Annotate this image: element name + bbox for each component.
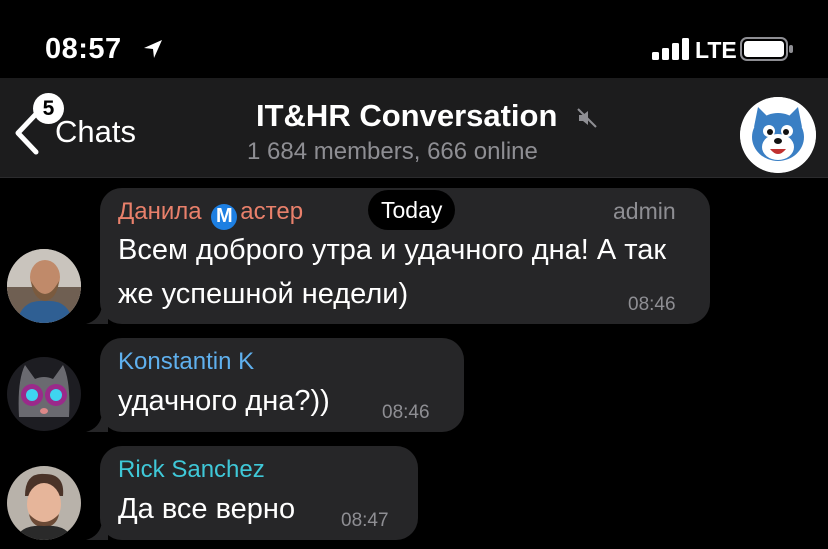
message-time: 08:46 <box>382 402 430 423</box>
chat-title[interactable]: IT&HR Conversation <box>256 98 557 134</box>
date-pill: Today <box>368 190 456 230</box>
message-time: 08:46 <box>628 294 676 315</box>
admin-label: admin <box>613 198 676 224</box>
message-text: удачного дна?)) <box>118 385 330 417</box>
message-time: 08:47 <box>341 510 389 531</box>
message-text: Да все верно <box>118 493 296 525</box>
network-type-label: LTE <box>695 37 737 63</box>
back-button-label[interactable]: Chats <box>55 114 136 150</box>
message-text: Всем доброго утра и удачного дна! А так … <box>118 234 667 310</box>
message-sender[interactable]: Rick Sanchez <box>118 456 265 484</box>
location-arrow-icon <box>144 40 162 58</box>
battery-icon <box>740 37 793 61</box>
avatar[interactable] <box>7 357 81 431</box>
group-avatar[interactable] <box>740 97 816 173</box>
avatar[interactable] <box>7 249 81 323</box>
muted-speaker-icon <box>577 108 597 128</box>
avatar[interactable] <box>7 466 81 540</box>
cat-mascot-icon <box>740 97 816 173</box>
bubble-tail <box>86 522 108 540</box>
signal-bars-icon <box>652 38 689 60</box>
message-sender[interactable]: Данила Mастер <box>118 198 303 230</box>
message-sender[interactable]: Konstantin K <box>118 348 254 376</box>
header-divider <box>0 177 828 178</box>
chat-members-count: 1 684 members, 666 online <box>247 138 538 165</box>
status-time: 08:57 <box>45 33 122 65</box>
bubble-tail <box>86 306 108 324</box>
user-photo-icon <box>7 249 81 323</box>
cat-photo-icon <box>7 357 81 431</box>
bubble-tail <box>86 414 108 432</box>
user-photo-icon <box>7 466 81 540</box>
sender-name-part: Данила <box>118 198 202 225</box>
metro-m-icon: M <box>211 203 238 230</box>
sender-name-part: астер <box>240 198 304 225</box>
